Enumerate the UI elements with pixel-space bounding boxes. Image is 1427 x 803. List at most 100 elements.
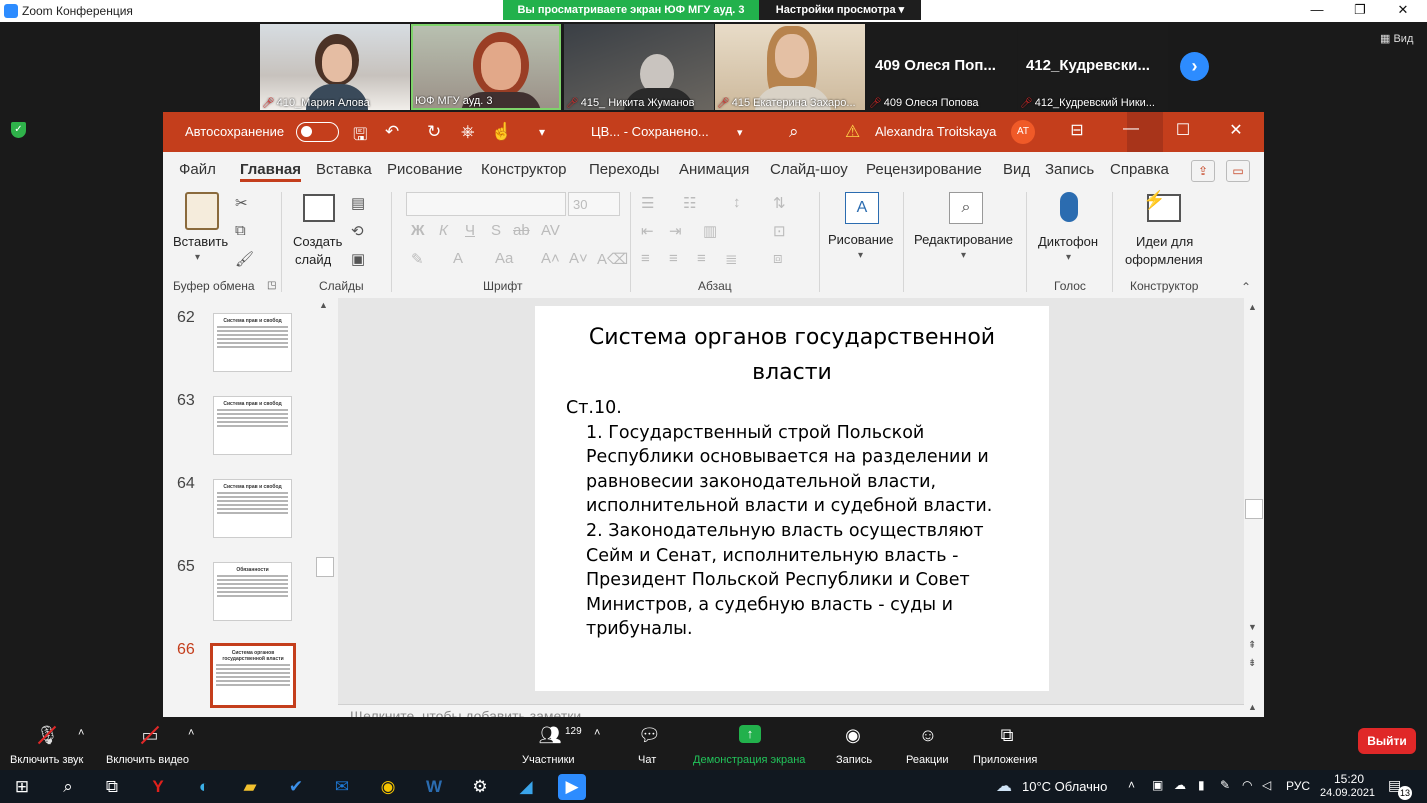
align-left-icon[interactable]: ≡ bbox=[641, 250, 650, 267]
increase-font-icon[interactable]: A˄ bbox=[541, 250, 560, 267]
tab-slideshow[interactable]: Слайд-шоу bbox=[770, 161, 848, 178]
customize-qat-icon[interactable]: ▾ bbox=[539, 125, 545, 139]
drawing-chevron-icon[interactable]: ▾ bbox=[858, 250, 863, 261]
scroll-up-icon[interactable]: ▲ bbox=[1248, 302, 1257, 312]
tab-transitions[interactable]: Переходы bbox=[589, 161, 659, 178]
document-name[interactable]: ЦВ... - Сохранено... bbox=[591, 124, 709, 139]
layout-icon[interactable]: ▤ bbox=[351, 194, 365, 212]
onedrive-icon[interactable]: ☁ bbox=[1174, 778, 1186, 792]
editing-button[interactable]: Редактирование bbox=[914, 232, 1013, 247]
minimize-icon[interactable]: — bbox=[1297, 2, 1337, 20]
highlight-icon[interactable]: ✎ bbox=[411, 250, 424, 268]
reactions-button[interactable]: Реакции bbox=[906, 754, 949, 766]
font-color-icon[interactable]: A bbox=[453, 250, 463, 267]
video-off-icon[interactable]: ▭ bbox=[138, 725, 162, 746]
settings-gear-icon[interactable]: ⚙ bbox=[466, 774, 494, 800]
participants-icon[interactable]: 👥︎ bbox=[538, 725, 562, 746]
new-slide-icon[interactable] bbox=[303, 194, 335, 222]
zoom-taskbar-icon[interactable]: ▶ bbox=[558, 774, 586, 800]
drawing-icon[interactable]: A bbox=[845, 192, 879, 224]
slide-thumbnail-63[interactable]: Система прав и свобод bbox=[213, 396, 292, 455]
editing-chevron-icon[interactable]: ▾ bbox=[961, 250, 966, 261]
drawing-button[interactable]: Рисование bbox=[828, 232, 893, 247]
notes-pane[interactable]: Щелкните, чтобы добавить заметки bbox=[338, 704, 1244, 717]
warning-icon[interactable]: ⚠ bbox=[845, 122, 860, 142]
tray-chevron-icon[interactable]: ˄ bbox=[1128, 778, 1135, 792]
slide-thumbnail-65[interactable]: Обязанности bbox=[213, 562, 292, 621]
clipboard-launcher-icon[interactable]: ◳ bbox=[267, 280, 276, 291]
tab-view[interactable]: Вид bbox=[1003, 161, 1030, 178]
volume-icon[interactable]: ◁ bbox=[1262, 778, 1271, 792]
decrease-indent-icon[interactable]: ⇤ bbox=[641, 222, 654, 240]
tab-design[interactable]: Конструктор bbox=[481, 161, 567, 178]
paste-chevron-icon[interactable]: ▾ bbox=[195, 252, 200, 263]
media-player-icon[interactable]: ◉ bbox=[374, 774, 402, 800]
paste-icon[interactable] bbox=[185, 192, 219, 230]
file-explorer-icon[interactable]: ▰ bbox=[236, 774, 264, 800]
participant-tile[interactable]: 412_Кудревски... 🎤︎ 412_Кудревский Ники..… bbox=[1018, 24, 1168, 110]
new-slide-label-2[interactable]: слайд bbox=[295, 252, 331, 267]
next-slide-icon[interactable]: ⇟ bbox=[1248, 658, 1256, 669]
share-screen-icon[interactable]: ↑ bbox=[739, 725, 761, 743]
maximize-icon[interactable]: ❐ bbox=[1340, 2, 1380, 20]
tab-insert[interactable]: Вставка bbox=[316, 161, 372, 178]
reactions-icon[interactable]: ☺ bbox=[917, 725, 939, 746]
undo-icon[interactable]: ↶ bbox=[385, 122, 399, 142]
scroll-up-icon[interactable]: ▲ bbox=[319, 300, 328, 310]
record-button[interactable]: Запись bbox=[836, 754, 872, 766]
new-slide-label-1[interactable]: Создать bbox=[293, 234, 342, 249]
search-icon[interactable]: ⌕ bbox=[54, 774, 82, 800]
windows-start-icon[interactable]: ⊞ bbox=[8, 774, 36, 800]
format-painter-icon[interactable]: 🖌︎ bbox=[235, 250, 254, 268]
increase-indent-icon[interactable]: ⇥ bbox=[669, 222, 682, 240]
dictate-chevron-icon[interactable]: ▾ bbox=[1066, 252, 1071, 263]
audio-options-chevron-icon[interactable]: ˄ bbox=[78, 727, 84, 739]
view-options-button[interactable]: Настройки просмотра ▾ bbox=[759, 0, 921, 20]
muted-microphone-icon[interactable]: 🎙︎ bbox=[36, 725, 59, 746]
design-ideas-label-1[interactable]: Идеи для bbox=[1136, 234, 1193, 249]
previous-slide-icon[interactable]: ⇞ bbox=[1248, 640, 1256, 651]
microphone-icon[interactable] bbox=[1060, 192, 1078, 222]
maximize-icon[interactable]: ☐ bbox=[1165, 120, 1201, 140]
align-text-icon[interactable]: ⊡ bbox=[773, 222, 786, 240]
participant-tile-active[interactable]: ЮФ МГУ ауд. 3 bbox=[411, 24, 561, 110]
align-right-icon[interactable]: ≡ bbox=[697, 250, 706, 267]
chat-icon[interactable]: 💬︎ bbox=[638, 725, 661, 746]
section-icon[interactable]: ▣ bbox=[351, 250, 365, 268]
thumbnails-scrollbar[interactable]: ▲ bbox=[315, 298, 335, 717]
clock-date[interactable]: 24.09.2021 bbox=[1320, 787, 1375, 799]
scroll-thumb[interactable] bbox=[1245, 499, 1263, 519]
bullets-icon[interactable]: ☰ bbox=[641, 194, 654, 212]
minimize-icon[interactable]: — bbox=[1113, 120, 1149, 138]
apps-button[interactable]: Приложения bbox=[973, 754, 1037, 766]
justify-icon[interactable]: ≣ bbox=[725, 250, 738, 268]
chat-button[interactable]: Чат bbox=[638, 754, 656, 766]
save-icon[interactable]: 🖫 bbox=[353, 122, 367, 151]
autosave-toggle[interactable] bbox=[296, 122, 339, 142]
presenter-icon[interactable]: ⎈ bbox=[461, 122, 475, 142]
slide-title[interactable]: Система органов государственной власти bbox=[535, 320, 1049, 390]
strikethrough-icon[interactable]: ab bbox=[513, 222, 530, 239]
avatar[interactable]: AT bbox=[1011, 120, 1035, 144]
slide-body[interactable]: Ст.10. 1. Государственный строй Польской… bbox=[566, 396, 1036, 642]
copy-icon[interactable]: ⧉ bbox=[235, 222, 246, 239]
line-spacing-icon[interactable]: ↕ bbox=[733, 194, 741, 211]
touch-mode-icon[interactable]: ☝ bbox=[491, 122, 512, 142]
participant-tile[interactable]: 409 Олеся Поп... 🎤︎ 409 Олеся Попова bbox=[867, 24, 1017, 110]
cut-icon[interactable]: ✂ bbox=[235, 194, 248, 212]
app-icon[interactable]: ◢ bbox=[512, 774, 540, 800]
encryption-shield-icon[interactable]: ✓ bbox=[11, 122, 26, 138]
comments-icon[interactable]: ▭ bbox=[1226, 160, 1250, 182]
participant-tile[interactable]: 🎤︎ 415 Екатерина Захаро... bbox=[715, 24, 865, 110]
doc-menu-chevron-icon[interactable]: ▾ bbox=[737, 126, 743, 139]
font-family-combo[interactable] bbox=[406, 192, 566, 216]
word-icon[interactable]: W bbox=[420, 774, 448, 800]
unmute-button[interactable]: Включить звук bbox=[10, 754, 83, 766]
tab-file[interactable]: Файл bbox=[179, 161, 216, 178]
participants-button[interactable]: Участники bbox=[522, 754, 575, 766]
task-view-icon[interactable]: ⧉ bbox=[98, 774, 126, 800]
change-case-icon[interactable]: Aa bbox=[495, 250, 513, 267]
slide-thumbnail-64[interactable]: Система прав и свобод bbox=[213, 479, 292, 538]
bold-icon[interactable]: Ж bbox=[411, 222, 425, 239]
numbering-icon[interactable]: ☷ bbox=[683, 194, 696, 212]
